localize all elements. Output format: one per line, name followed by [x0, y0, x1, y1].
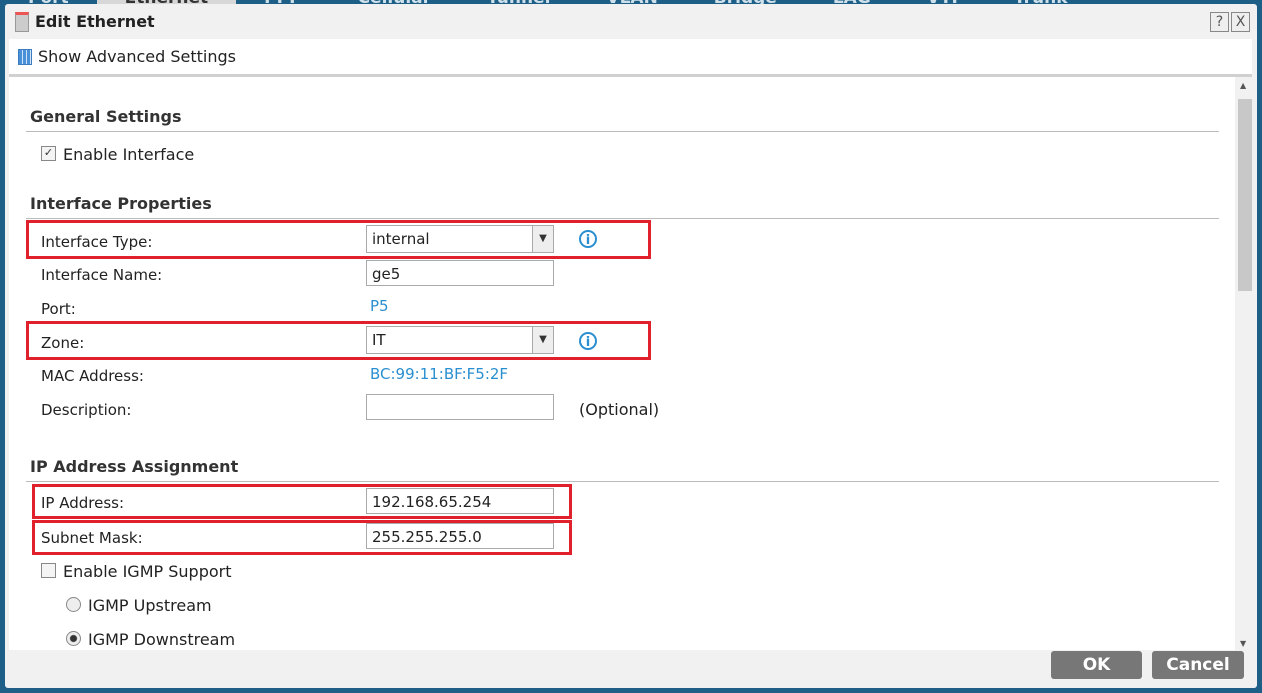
cancel-button[interactable]: Cancel — [1152, 651, 1244, 679]
port-value: P5 — [370, 297, 389, 315]
scroll-up-icon[interactable]: ▲ — [1240, 81, 1246, 90]
vertical-scrollbar[interactable]: ▲ ▼ — [1235, 77, 1252, 650]
highlight-zone — [26, 321, 651, 360]
chevron-down-icon: ▼ — [532, 327, 553, 353]
igmp-upstream-radio[interactable] — [66, 597, 81, 612]
general-settings-heading: General Settings — [30, 107, 182, 126]
mac-address-label: MAC Address: — [41, 367, 144, 385]
interface-type-select[interactable]: internal ▼ — [366, 225, 554, 253]
interface-name-input[interactable]: ge5 — [366, 260, 554, 286]
toolbar: Show Advanced Settings — [9, 39, 1252, 77]
help-button[interactable]: ? — [1210, 12, 1229, 32]
zone-label: Zone: — [41, 334, 85, 352]
igmp-downstream-radio[interactable] — [66, 631, 81, 646]
enable-interface-label: Enable Interface — [63, 145, 195, 164]
interface-type-label: Interface Type: — [41, 233, 153, 251]
edit-icon — [15, 11, 29, 32]
interface-properties-heading: Interface Properties — [30, 194, 212, 213]
zone-select[interactable]: IT ▼ — [366, 326, 554, 354]
igmp-upstream-label: IGMP Upstream — [88, 596, 212, 615]
ip-assignment-heading: IP Address Assignment — [30, 457, 239, 476]
igmp-downstream-label: IGMP Downstream — [88, 630, 236, 649]
ip-address-label: IP Address: — [41, 494, 125, 512]
description-input[interactable] — [366, 394, 554, 420]
grid-icon — [18, 48, 32, 65]
chevron-down-icon: ▼ — [532, 226, 553, 252]
enable-igmp-checkbox[interactable] — [41, 563, 56, 578]
ok-button[interactable]: OK — [1051, 651, 1142, 679]
info-icon[interactable]: i — [579, 230, 597, 248]
close-button[interactable]: X — [1231, 12, 1250, 32]
enable-igmp-label: Enable IGMP Support — [63, 562, 232, 581]
scrollbar-thumb[interactable] — [1238, 99, 1252, 291]
title-bar: Edit Ethernet — [5, 4, 1257, 39]
subnet-mask-label: Subnet Mask: — [41, 529, 143, 547]
port-label: Port: — [41, 300, 76, 318]
ip-address-input[interactable]: 192.168.65.254 — [366, 488, 554, 514]
interface-name-label: Interface Name: — [41, 266, 163, 284]
mac-address-value: BC:99:11:BF:F5:2F — [370, 365, 509, 383]
dialog-title: Edit Ethernet — [35, 12, 155, 31]
scroll-down-icon[interactable]: ▼ — [1240, 639, 1246, 648]
optional-hint: (Optional) — [579, 400, 660, 419]
subnet-mask-input[interactable]: 255.255.255.0 — [366, 523, 554, 549]
show-advanced-settings-button[interactable]: Show Advanced Settings — [18, 47, 236, 66]
description-label: Description: — [41, 401, 132, 419]
form-content: General Settings ✓ Enable Interface Inte… — [9, 77, 1235, 650]
info-icon[interactable]: i — [579, 332, 597, 350]
enable-interface-checkbox[interactable]: ✓ — [41, 146, 56, 161]
edit-ethernet-dialog: Edit Ethernet ? X Show Advanced Settings… — [5, 4, 1257, 688]
